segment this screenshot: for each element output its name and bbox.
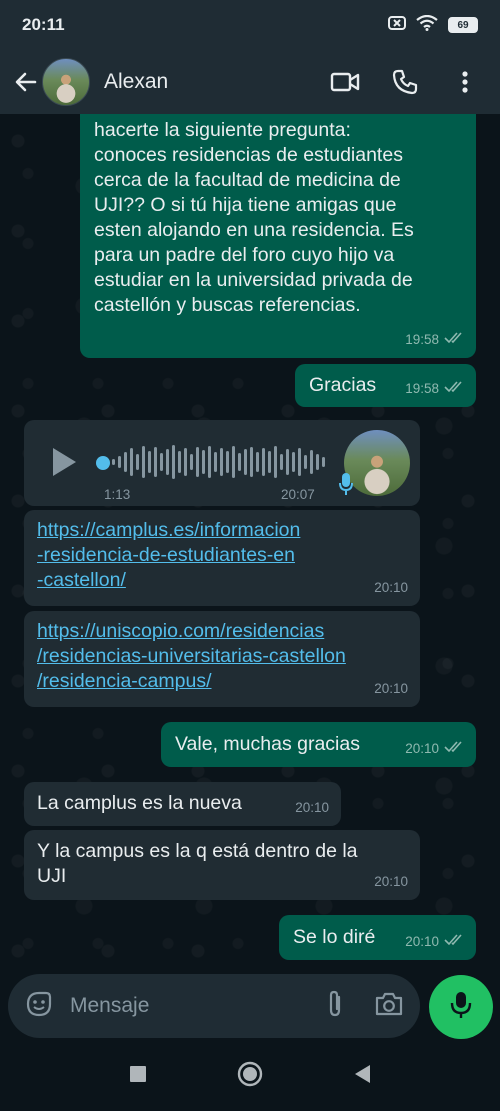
message-meta: 20:10: [295, 795, 329, 820]
microphone-icon: [450, 990, 472, 1025]
play-icon[interactable]: [50, 446, 78, 485]
message-meta: 20:10: [374, 869, 408, 894]
wifi-icon: [416, 14, 438, 36]
status-bar: 20:11 69: [0, 0, 500, 50]
outgoing-message[interactable]: Vale, muchas gracias 20:10: [161, 722, 476, 767]
message-meta: 20:10: [374, 676, 408, 701]
read-receipt-icon: [444, 736, 464, 761]
system-nav-bar: [0, 1042, 500, 1111]
emoji-sticker-icon[interactable]: [24, 989, 54, 1024]
message-text: La camplus es la nueva: [37, 792, 242, 814]
back-arrow-icon[interactable]: [12, 68, 40, 96]
message-meta: 20:10: [405, 736, 464, 761]
outgoing-message[interactable]: Gracias 19:58: [295, 364, 476, 407]
microphone-icon: [338, 472, 354, 503]
message-time: 20:10: [405, 934, 439, 949]
message-text: Y la campus es la q está dentro de la UJ…: [37, 840, 358, 887]
home-icon[interactable]: [237, 1061, 263, 1092]
incoming-message[interactable]: https://uniscopio.com/residencias /resid…: [24, 611, 420, 707]
message-text: Vale, muchas gracias: [175, 733, 360, 755]
message-text: Gracias: [309, 374, 377, 396]
recents-icon[interactable]: [129, 1065, 147, 1088]
contact-avatar[interactable]: [42, 58, 90, 106]
more-options-icon[interactable]: [450, 67, 480, 97]
message-time: 20:07: [281, 487, 315, 502]
battery-icon: 69: [448, 17, 478, 33]
voice-message[interactable]: 1:13 20:07: [24, 420, 420, 506]
message-input[interactable]: Mensaje: [70, 994, 326, 1018]
outgoing-message[interactable]: hacerte la siguiente pregunta: conoces r…: [80, 114, 476, 358]
message-time: 20:10: [405, 741, 439, 756]
status-icons: 69: [388, 14, 478, 36]
message-meta: 20:10: [405, 929, 464, 954]
voice-waveform[interactable]: [112, 442, 332, 482]
status-time: 20:11: [22, 15, 65, 34]
voice-record-button[interactable]: [429, 975, 493, 1039]
chat-area[interactable]: hacerte la siguiente pregunta: conoces r…: [0, 114, 500, 972]
message-meta: 20:10: [374, 575, 408, 600]
incoming-message[interactable]: Y la campus es la q está dentro de la UJ…: [24, 830, 420, 900]
message-time: 20:10: [374, 681, 408, 696]
voice-call-icon[interactable]: [390, 67, 420, 97]
back-nav-icon[interactable]: [353, 1064, 371, 1089]
message-text: hacerte la siguiente pregunta: conoces r…: [94, 119, 414, 316]
message-link[interactable]: https://camplus.es/informacion -residenc…: [37, 518, 420, 593]
message-time: 20:10: [374, 580, 408, 595]
message-time: 19:58: [405, 381, 439, 396]
voice-duration: 1:13: [104, 487, 131, 502]
message-meta: 19:58: [405, 376, 464, 401]
voice-progress-dot[interactable]: [96, 456, 110, 470]
no-sim-icon: [388, 15, 406, 36]
message-meta: 19:58: [405, 327, 464, 352]
read-receipt-icon: [444, 929, 464, 954]
message-time: 20:10: [374, 874, 408, 889]
read-receipt-icon: [444, 376, 464, 401]
camera-icon[interactable]: [374, 991, 404, 1022]
incoming-message[interactable]: https://camplus.es/informacion -residenc…: [24, 510, 420, 606]
incoming-message[interactable]: La camplus es la nueva 20:10: [24, 782, 341, 826]
header-actions: [330, 67, 480, 97]
message-time: 20:10: [295, 800, 329, 815]
message-text: Se lo diré: [293, 926, 376, 948]
message-time: 19:58: [405, 332, 439, 347]
message-composer[interactable]: Mensaje: [8, 974, 420, 1038]
chat-header: Alexan: [0, 50, 500, 114]
contact-name[interactable]: Alexan: [104, 70, 168, 94]
outgoing-message[interactable]: Se lo diré 20:10: [279, 915, 476, 960]
attach-icon[interactable]: [326, 989, 344, 1024]
video-call-icon[interactable]: [330, 67, 360, 97]
read-receipt-icon: [444, 327, 464, 352]
message-link[interactable]: https://uniscopio.com/residencias /resid…: [37, 619, 420, 694]
